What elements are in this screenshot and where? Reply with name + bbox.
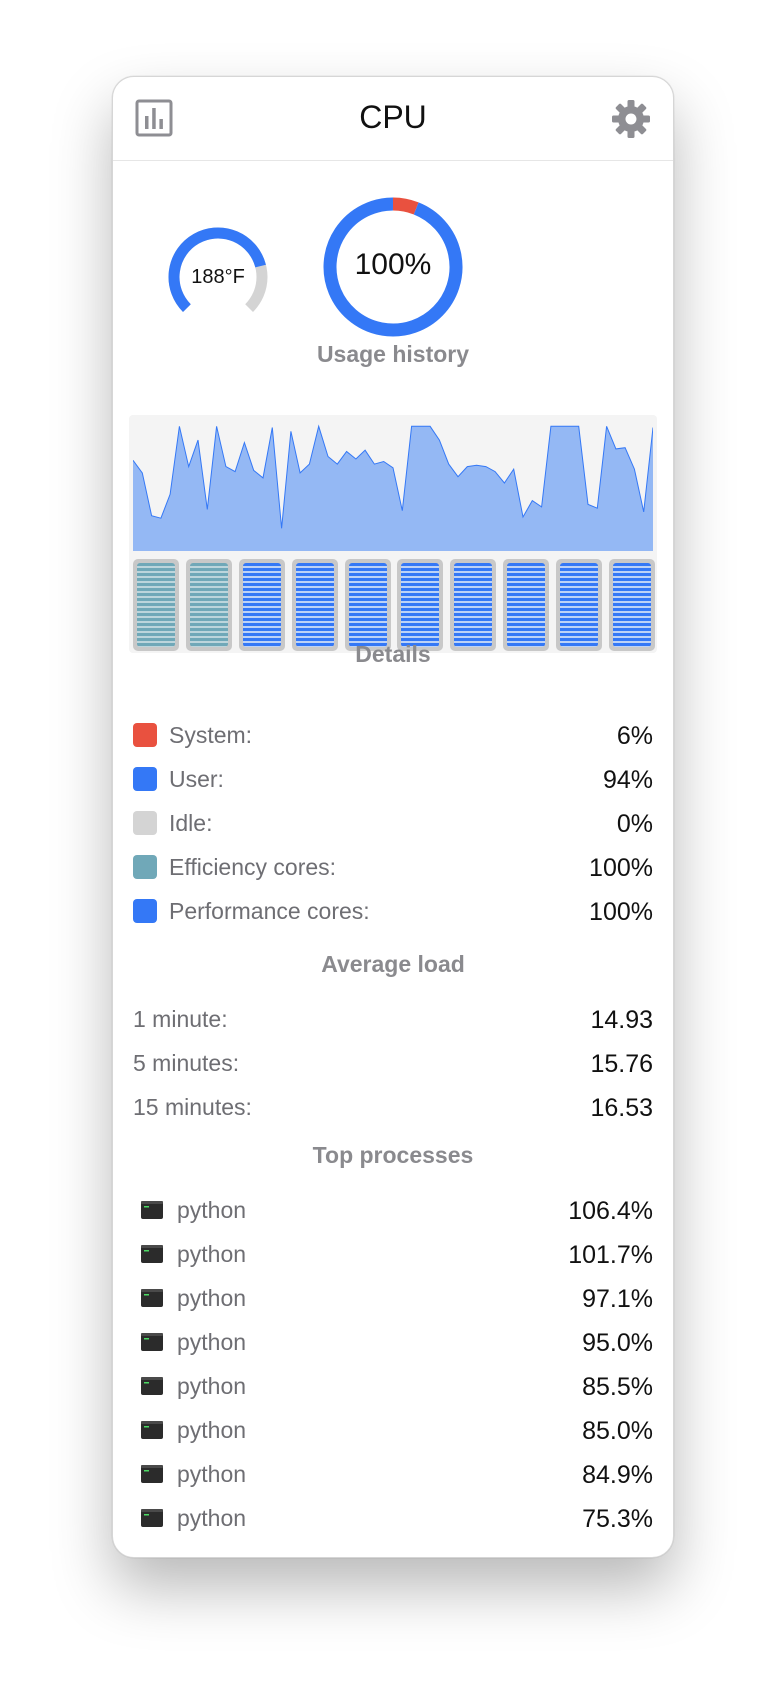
usage-gauge-system [392,197,419,215]
performance-core-bar [450,559,497,651]
header: CPU [113,77,673,161]
process-row[interactable]: python 101.7% [133,1239,653,1271]
usage-history-chart [133,424,653,551]
cpu-popup-panel: CPU 188°F 100% Usage history Details Sys… [112,76,674,1558]
detail-label: Idle: [169,810,213,836]
core-bar-fill [454,563,493,647]
terminal-icon [141,1465,163,1483]
efficiency-swatch [133,855,157,879]
efficiency-core-bar [185,559,232,651]
cpu-usage-value: 100% [354,248,432,281]
process-cpu-value: 106.4% [568,1197,653,1225]
detail-label: System: [169,722,253,748]
efficiency-core-bar [133,559,179,651]
window-title: CPU [359,99,427,135]
performance-core-bar [609,559,655,651]
terminal-icon [141,1333,163,1351]
process-row[interactable]: python 85.0% [133,1415,653,1447]
process-cpu-value: 84.9% [582,1461,653,1489]
process-row[interactable]: python 85.5% [133,1371,653,1403]
load-value: 16.53 [590,1094,653,1122]
top-processes-title: Top processes [312,1142,474,1168]
core-bar-fill [137,563,175,647]
process-name: python [177,1197,247,1223]
process-row[interactable]: python 84.9% [133,1459,653,1491]
process-name: python [177,1285,247,1311]
detail-label: Performance cores: [169,898,370,924]
load-label: 15 minutes: [133,1094,252,1120]
core-bar-fill [295,563,334,647]
terminal-icon [141,1201,163,1219]
process-cpu-value: 97.1% [582,1285,653,1313]
process-name: python [177,1329,247,1355]
detail-row-efficiency-cores: Efficiency cores: 100% [133,852,653,884]
detail-row-idle: Idle: 0% [133,808,653,840]
average-load-title: Average load [321,951,465,977]
core-bar-fill [242,563,281,647]
load-label: 1 minute: [133,1006,228,1032]
process-name: python [177,1373,247,1399]
detail-value: 6% [616,722,653,750]
process-cpu-value: 85.5% [582,1373,653,1401]
performance-core-bar [238,559,285,651]
core-bar-fill [560,563,599,647]
performance-core-bar [291,559,338,651]
idle-swatch [133,811,157,835]
terminal-icon [141,1245,163,1263]
process-name: python [177,1417,247,1443]
load-value: 15.76 [590,1050,653,1078]
temperature-value: 188°F [191,266,245,288]
load-row-15-minutes: 15 minutes: 16.53 [133,1092,653,1124]
core-bar-fill [401,563,440,647]
performance-core-bar [344,559,391,651]
core-bar-fill [189,563,228,647]
detail-value: 100% [589,898,653,926]
detail-value: 0% [616,810,653,838]
process-name: python [177,1505,247,1531]
core-usage-bars [133,559,655,653]
process-row[interactable]: python 97.1% [133,1283,653,1315]
performance-core-bar [503,559,550,651]
detail-row-system: System: 6% [133,720,653,752]
usage-history-area [133,426,653,551]
core-bar-fill [613,563,651,647]
load-row-5-minutes: 5 minutes: 15.76 [133,1048,653,1080]
terminal-icon [141,1421,163,1439]
process-row[interactable]: python 106.4% [133,1195,653,1227]
load-label: 5 minutes: [133,1050,240,1076]
user-swatch [133,767,157,791]
process-cpu-value: 85.0% [582,1417,653,1445]
core-bar-fill [507,563,546,647]
gear-icon[interactable] [611,99,651,139]
usage-history-title: Usage history [316,341,470,367]
terminal-icon [141,1509,163,1527]
detail-value: 94% [602,766,653,794]
load-row-1-minute: 1 minute: 14.93 [133,1004,653,1036]
performance-swatch [133,899,157,923]
performance-core-bar [556,559,603,651]
detail-label: Efficiency cores: [169,854,337,880]
core-bar-fill [348,563,387,647]
process-cpu-value: 101.7% [568,1241,653,1269]
detail-value: 100% [589,854,653,882]
usage-history [129,415,657,653]
process-cpu-value: 95.0% [582,1329,653,1357]
process-row[interactable]: python 95.0% [133,1327,653,1359]
performance-core-bar [397,559,444,651]
detail-row-performance-cores: Performance cores: 100% [133,896,653,928]
process-row[interactable]: python 75.3% [133,1503,653,1535]
process-name: python [177,1461,247,1487]
process-cpu-value: 75.3% [582,1505,653,1533]
load-value: 14.93 [590,1006,653,1034]
details-title: Details [355,641,431,667]
system-swatch [133,723,157,747]
terminal-icon [141,1289,163,1307]
terminal-icon [141,1377,163,1395]
detail-label: User: [169,766,224,792]
detail-row-user: User: 94% [133,764,653,796]
process-name: python [177,1241,247,1267]
